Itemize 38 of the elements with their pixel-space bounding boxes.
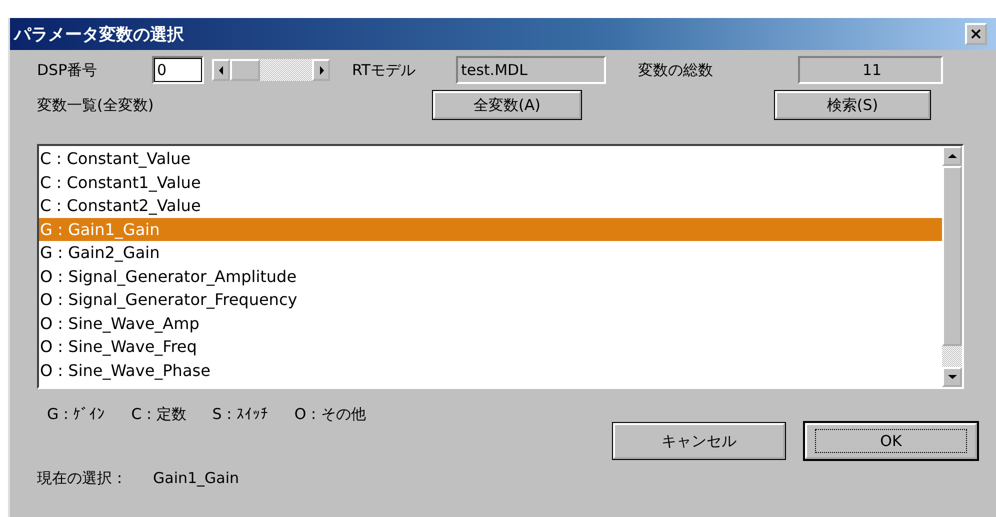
list-item[interactable]: O : Signal_Generator_Frequency <box>39 288 942 312</box>
list-item[interactable]: O : Signal_Generator_Amplitude <box>39 264 942 288</box>
list-item[interactable]: O : Sine_Wave_Phase <box>39 358 942 382</box>
ok-button[interactable]: OK <box>805 423 977 459</box>
cancel-button[interactable]: キャンセル <box>613 423 785 459</box>
list-item[interactable]: G : Gain2_Gain <box>39 241 942 264</box>
list-item[interactable]: O : Sine_Wave_Amp <box>39 312 942 335</box>
scroll-thumb[interactable] <box>942 166 962 346</box>
list-item[interactable]: C : Constant_Value <box>39 147 942 170</box>
window-title: パラメータ変数の選択 <box>14 24 185 46</box>
legend-text: C : 定数 <box>131 405 186 425</box>
all-variables-button[interactable]: 全変数(A) <box>433 91 581 119</box>
scroll-down-button[interactable] <box>942 367 962 387</box>
list-item[interactable]: C : Constant1_Value <box>39 170 942 194</box>
dsp-number-label: DSP番号 <box>37 60 98 80</box>
right-arrow-icon <box>318 66 324 74</box>
legend-text: O : その他 <box>294 405 366 425</box>
scroll-left-button[interactable] <box>212 59 230 81</box>
variable-count-label: 変数の総数 <box>638 60 714 80</box>
variable-list-label: 変数一覧(全変数) <box>37 96 155 114</box>
up-arrow-icon <box>948 153 956 159</box>
variable-count-field: 11 <box>798 56 943 84</box>
dsp-number-field[interactable]: 0 <box>152 56 204 84</box>
scroll-up-button[interactable] <box>942 146 962 166</box>
down-arrow-icon <box>948 374 956 380</box>
current-selection-label: 現在の選択： <box>37 469 127 488</box>
left-arrow-icon <box>218 66 224 74</box>
list-item[interactable]: C : Constant2_Value <box>39 194 942 218</box>
scroll-right-button[interactable] <box>312 59 330 81</box>
scroll-thumb[interactable] <box>230 59 260 81</box>
rt-model-field: test.MDL <box>456 56 606 84</box>
legend-text: G : ｹﾞｲﾝ <box>47 405 106 425</box>
current-selection-value: Gain1_Gain <box>153 469 240 488</box>
search-button[interactable]: 検索(S) <box>775 91 930 119</box>
rt-model-label: RTモデル <box>352 60 416 80</box>
close-button[interactable]: × <box>965 23 987 45</box>
legend-text: S : ｽｲｯﾁ <box>212 405 268 425</box>
list-item[interactable]: O : Sine_Wave_Freq <box>39 335 942 358</box>
